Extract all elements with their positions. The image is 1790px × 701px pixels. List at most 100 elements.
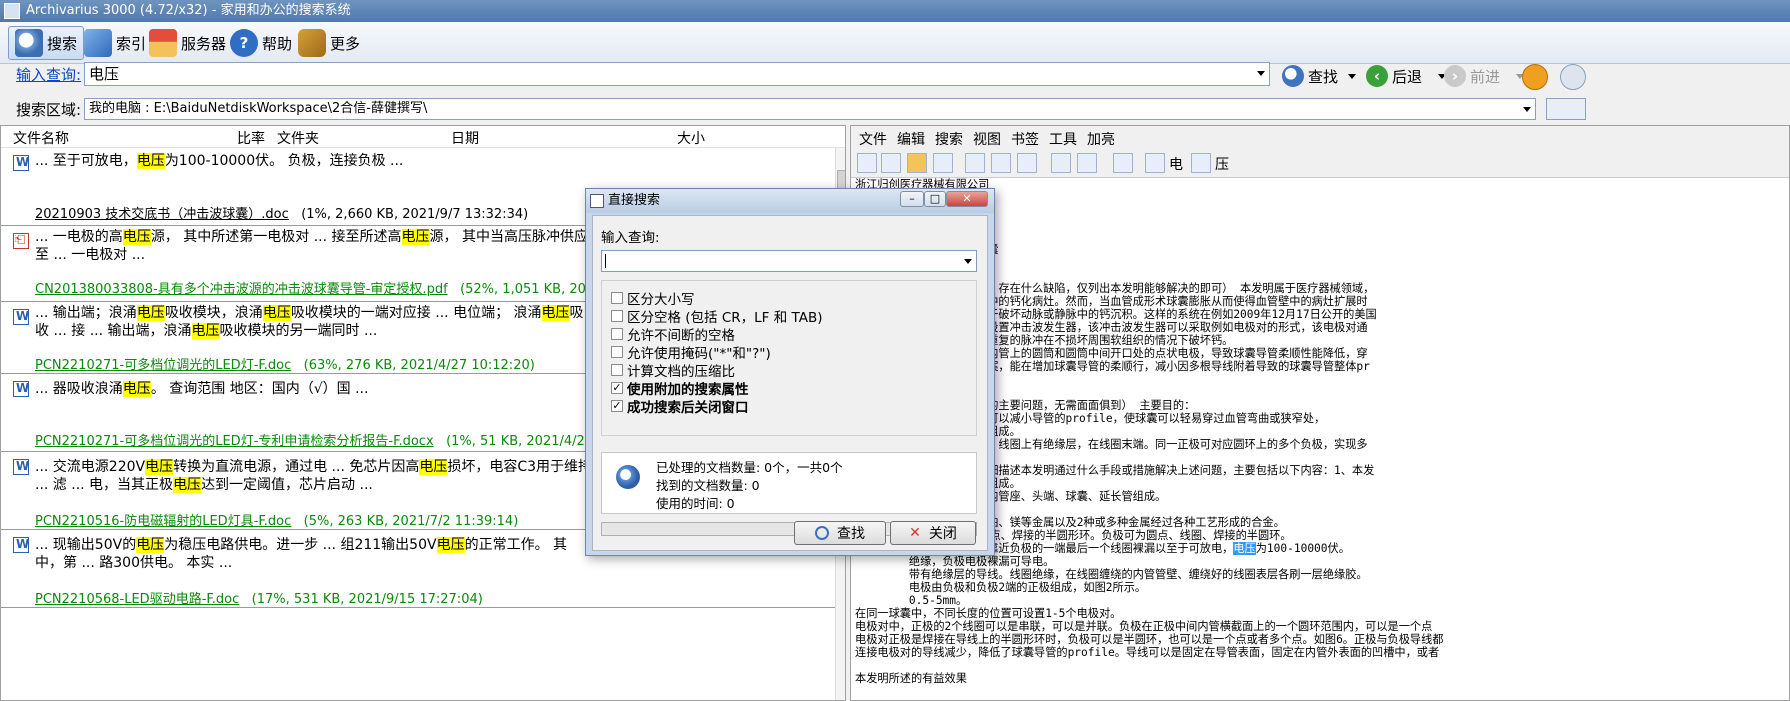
back-button[interactable]: ‹ 后退	[1366, 62, 1447, 90]
dialog-find-button[interactable]: 查找	[794, 521, 886, 545]
magnifier-icon	[616, 465, 640, 489]
checkbox-box[interactable]	[611, 328, 623, 340]
document-line: 和方法已经被用于破坏动脉或静脉中的钙沉积。这样的系统在例如2009年12月17日…	[855, 308, 1377, 321]
document-line: 的有绝缘层，在靠近负极的一端最后一个线圈裸漏以至于可放电，电压为100-1000…	[855, 542, 1350, 555]
document-line: 准确）冲击波球囊	[855, 243, 1789, 256]
column-ratio[interactable]: 比率	[237, 128, 265, 148]
wildcard-checkbox[interactable]: 允许使用掩码("*"和"?")	[611, 342, 771, 362]
document-line: 电极对正极是焊接在导线上的半圆形环时，负极可以是半圆环，也可以是一个点或者多个点…	[855, 633, 1444, 646]
magnifier-icon	[15, 29, 43, 57]
document-text: 浙江归创医疗器械有限公司 发明或实用新型） 准确）冲击波球囊 大体是怎么样的，存…	[855, 178, 1789, 685]
last-icon[interactable]	[933, 153, 953, 173]
forward-button[interactable]: › 前进	[1444, 62, 1525, 90]
next-icon[interactable]	[907, 153, 927, 173]
font-size-icon[interactable]	[1017, 153, 1037, 173]
word-doc-icon	[13, 309, 29, 325]
menu-bookmarks[interactable]: 书签	[1011, 129, 1039, 149]
bookmark-icon[interactable]	[1113, 153, 1133, 173]
index-toolbar-button[interactable]: 索引	[78, 26, 152, 60]
minimize-button[interactable]: –	[900, 191, 924, 207]
viewer-menubar: 文件 编辑 搜索 视图 书签 工具 加亮	[851, 126, 1789, 149]
search-label: 搜索	[47, 34, 78, 53]
column-date[interactable]: 日期	[451, 128, 479, 148]
close-after-search-checkbox[interactable]: ✓ 成功搜索后关闭窗口	[611, 396, 749, 416]
server-toolbar-button[interactable]: 服务器	[143, 26, 232, 60]
document-line: 0.5-5mm。	[855, 594, 968, 607]
scope-dropdown-icon[interactable]	[1523, 107, 1531, 112]
magnifier-icon	[1282, 65, 1304, 87]
column-size[interactable]: 大小	[677, 128, 705, 148]
column-folder[interactable]: 文件夹	[277, 128, 319, 148]
dialog-query-dropdown-icon[interactable]	[964, 259, 972, 264]
dialog-titlebar: 直接搜索 – □ ✕	[586, 189, 994, 213]
document-line: 电极由负极和负极2端的正极组成，如图2所示。	[855, 581, 1147, 594]
maximize-button[interactable]: □	[924, 191, 946, 207]
dialog-close-button[interactable]: ✕ 关闭	[890, 521, 976, 545]
checkbox-box[interactable]	[611, 310, 623, 322]
close-icon: ✕	[909, 525, 921, 541]
scope-browse-button[interactable]	[1546, 98, 1586, 120]
result-filename[interactable]: PCN2210271-可多档位调光的LED灯-专利申请检索分析报告-F.docx…	[35, 430, 635, 449]
open-icon[interactable]	[1051, 153, 1071, 173]
word-doc-icon	[13, 537, 29, 553]
result-snippet: ... 交流电源220V电压转换为直流电源，通过电 ... 免芯片因高电压损坏，…	[35, 459, 593, 493]
checkbox-box[interactable]	[611, 292, 623, 304]
search-toolbar-button[interactable]: 搜索	[8, 26, 85, 60]
arrow-right-icon: ›	[1444, 65, 1466, 87]
zoom-out-icon[interactable]	[991, 153, 1011, 173]
help-toolbar-button[interactable]: ? 帮助	[224, 26, 298, 60]
search-term-2[interactable]: 压	[1215, 154, 1229, 174]
search-term-1[interactable]: 电	[1169, 154, 1183, 174]
scope-select[interactable]: 我的电脑 : E:\BaiduNetdiskWorkspace\2合信-薛健撰写…	[84, 98, 1536, 120]
checkbox-box[interactable]: ✓	[611, 382, 623, 394]
pdf-icon	[13, 232, 29, 249]
result-filename[interactable]: PCN2210568-LED驱动电路-F.doc (17%, 531 KB, 2…	[35, 588, 483, 607]
checkbox-box[interactable]: ✓	[611, 400, 623, 412]
copy-icon[interactable]	[1077, 153, 1097, 173]
query-dropdown-icon[interactable]	[1257, 71, 1265, 76]
find-dropdown-icon[interactable]	[1348, 73, 1357, 79]
nbsp-checkbox[interactable]: 允许不间断的空格	[611, 324, 735, 344]
extra-attributes-checkbox[interactable]: ✓ 使用附加的搜索属性	[611, 378, 749, 398]
checkbox-box[interactable]	[611, 364, 623, 376]
dialog-find-label: 查找	[837, 526, 865, 542]
menu-highlight[interactable]: 加亮	[1087, 129, 1115, 149]
dialog-query-input[interactable]	[601, 250, 977, 272]
close-window-button[interactable]: ✕	[946, 191, 988, 207]
query-label[interactable]: 输入查询:	[16, 64, 81, 85]
result-filename[interactable]: 20210903 技术交底书（冲击波球囊）.doc (1%, 2,660 KB,…	[35, 203, 528, 222]
highlighted-term: 电压	[1233, 542, 1256, 555]
menu-view[interactable]: 视图	[973, 129, 1001, 149]
checkbox-box[interactable]	[611, 346, 623, 358]
document-line: 绝缘，负极电极裸漏可导电。	[855, 555, 1055, 568]
more-toolbar-button[interactable]: 更多	[292, 26, 366, 60]
result-filename[interactable]: PCN2210271-可多档位调光的LED灯-F.doc (63%, 276 K…	[35, 354, 535, 373]
pawprint-icon[interactable]	[1522, 64, 1548, 90]
query-input[interactable]: 电压	[84, 62, 1270, 86]
menu-tools[interactable]: 工具	[1049, 129, 1077, 149]
extra-icon[interactable]	[1560, 64, 1586, 90]
menu-edit[interactable]: 编辑	[897, 129, 925, 149]
document-line: 发明或实用新型）	[855, 217, 1789, 230]
menu-search[interactable]: 搜索	[935, 129, 963, 149]
column-name[interactable]: 文件名称	[13, 128, 69, 148]
whitespace-checkbox[interactable]: 区分空格 (包括 CR，LF 和 TAB)	[611, 306, 823, 326]
dialog-title: 直接搜索	[608, 193, 661, 208]
find-button[interactable]: 查找	[1282, 62, 1357, 90]
magnifier-icon	[815, 526, 829, 540]
window-titlebar: Archivarius 3000 (4.72/x32) - 家用和办公的搜索系统	[0, 0, 1790, 22]
prev-icon[interactable]	[881, 153, 901, 173]
result-filename[interactable]: PCN2210516-防电磁辐射的LED灯具-F.doc (5%, 263 KB…	[35, 510, 518, 529]
find-term-icon[interactable]	[1191, 153, 1211, 173]
menu-file[interactable]: 文件	[859, 129, 887, 149]
help-icon: ?	[230, 29, 258, 57]
case-sensitive-checkbox[interactable]: 区分大小写	[611, 288, 695, 308]
first-icon[interactable]	[857, 153, 877, 173]
result-filename[interactable]: CN201380033808-具有多个冲击波源的冲击波球囊导管-审定授权.pdf…	[35, 278, 628, 297]
zoom-in-icon[interactable]	[965, 153, 985, 173]
find-term-icon[interactable]	[1145, 153, 1165, 173]
compression-ratio-checkbox[interactable]: 计算文档的压缩比	[611, 360, 735, 380]
window-title: Archivarius 3000 (4.72/x32) - 家用和办公的搜索系统	[26, 3, 351, 18]
dialog-prompt: 输入查询:	[601, 230, 660, 246]
